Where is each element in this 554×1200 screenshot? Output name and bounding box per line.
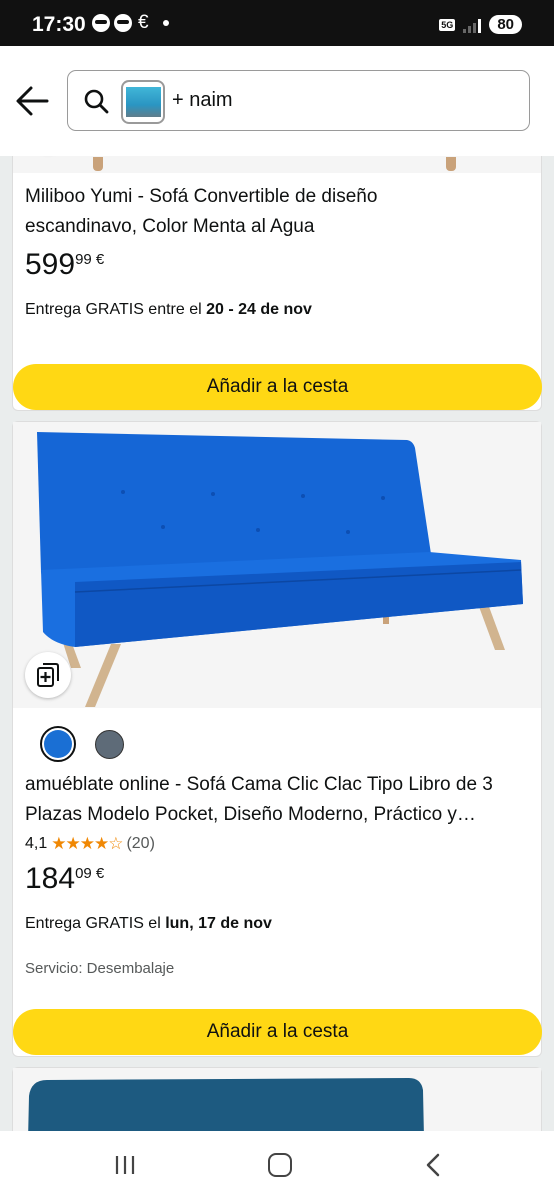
system-nav-bar <box>0 1131 554 1200</box>
delivery-info: Entrega GRATIS entre el 20 - 24 de nov <box>25 301 312 319</box>
product-image[interactable] <box>13 1068 541 1131</box>
product-image[interactable] <box>13 156 541 173</box>
delivery-info: Entrega GRATIS el lun, 17 de nov <box>25 915 272 933</box>
network-type: 5G <box>439 18 456 31</box>
ninja-app-icon <box>92 14 110 32</box>
back-chevron-icon[interactable] <box>425 1153 441 1177</box>
product-title-line: Miliboo Yumi - Sofá Convertible de diseñ… <box>25 186 378 207</box>
product-title-line: escandinavo, Color Menta al Agua <box>25 216 315 237</box>
sofa-leg-left <box>93 157 103 171</box>
rating-count: (20) <box>126 835 155 852</box>
product-card[interactable] <box>12 1067 542 1131</box>
sofa-image <box>28 1078 424 1131</box>
product-title-line: Plazas Modelo Pocket, Diseño Moderno, Pr… <box>25 804 476 825</box>
arrow-left-icon <box>16 86 49 116</box>
compare-add-icon <box>37 663 59 687</box>
price-fraction: 09 € <box>75 865 105 882</box>
status-notification-icons: € <box>92 12 169 33</box>
product-image[interactable] <box>13 422 541 708</box>
delivery-label: Entrega GRATIS el <box>25 915 166 932</box>
rating-row[interactable]: 4,1 ★★★★☆ (20) <box>25 834 155 854</box>
recents-icon[interactable] <box>114 1155 136 1175</box>
search-image-thumbnail[interactable] <box>121 80 165 124</box>
price-whole: 599 <box>25 248 76 281</box>
product-feed[interactable]: Miliboo Yumi - Sofá Convertible de diseñ… <box>0 156 554 1131</box>
delivery-date: lun, 17 de nov <box>165 915 272 932</box>
delivery-label: Entrega GRATIS entre el <box>25 301 207 318</box>
compare-button[interactable] <box>25 652 71 698</box>
product-title-line: amuéblate online - Sofá Cama Clic Clac T… <box>25 774 493 795</box>
thumbnail-image <box>126 87 161 117</box>
sofa-image <box>37 432 523 707</box>
service-info: Servicio: Desembalaje <box>25 960 175 977</box>
status-right-icons: 5G 80 <box>439 15 522 34</box>
search-icon <box>84 89 109 114</box>
ninja-app-icon-2 <box>114 14 132 32</box>
product-title[interactable]: amuéblate online - Sofá Cama Clic Clac T… <box>25 770 493 830</box>
back-button[interactable] <box>14 84 50 118</box>
add-to-cart-button[interactable]: Añadir a la cesta <box>13 364 542 410</box>
price-whole: 184 <box>25 862 76 895</box>
product-title[interactable]: Miliboo Yumi - Sofá Convertible de diseñ… <box>25 182 377 242</box>
price-fraction: 99 € <box>75 251 105 268</box>
product-price: 59999 € <box>25 248 104 282</box>
status-time: 17:30 <box>32 13 86 36</box>
euro-app-icon: € <box>138 12 149 33</box>
more-notifications-dot-icon <box>162 20 169 26</box>
product-card[interactable]: Miliboo Yumi - Sofá Convertible de diseñ… <box>12 156 542 411</box>
color-swatch-blue <box>44 730 72 758</box>
star-rating-icon: ★★★★☆ <box>51 834 123 853</box>
status-bar: 17:30 € 5G 80 <box>0 0 554 46</box>
signal-icon <box>463 17 482 33</box>
rating-value: 4,1 <box>25 835 48 852</box>
home-icon[interactable] <box>268 1153 292 1177</box>
product-card[interactable]: amuéblate online - Sofá Cama Clic Clac T… <box>12 421 542 1057</box>
search-query-text: + naim <box>172 89 233 111</box>
search-input[interactable]: + naim <box>67 70 530 131</box>
delivery-date: 20 - 24 de nov <box>206 301 312 318</box>
product-price: 18409 € <box>25 862 104 896</box>
search-header: + naim <box>0 46 554 156</box>
color-swatch-grey[interactable] <box>95 730 124 759</box>
sofa-leg-right <box>446 157 456 171</box>
battery-indicator: 80 <box>489 15 522 34</box>
add-to-cart-button[interactable]: Añadir a la cesta <box>13 1009 542 1055</box>
